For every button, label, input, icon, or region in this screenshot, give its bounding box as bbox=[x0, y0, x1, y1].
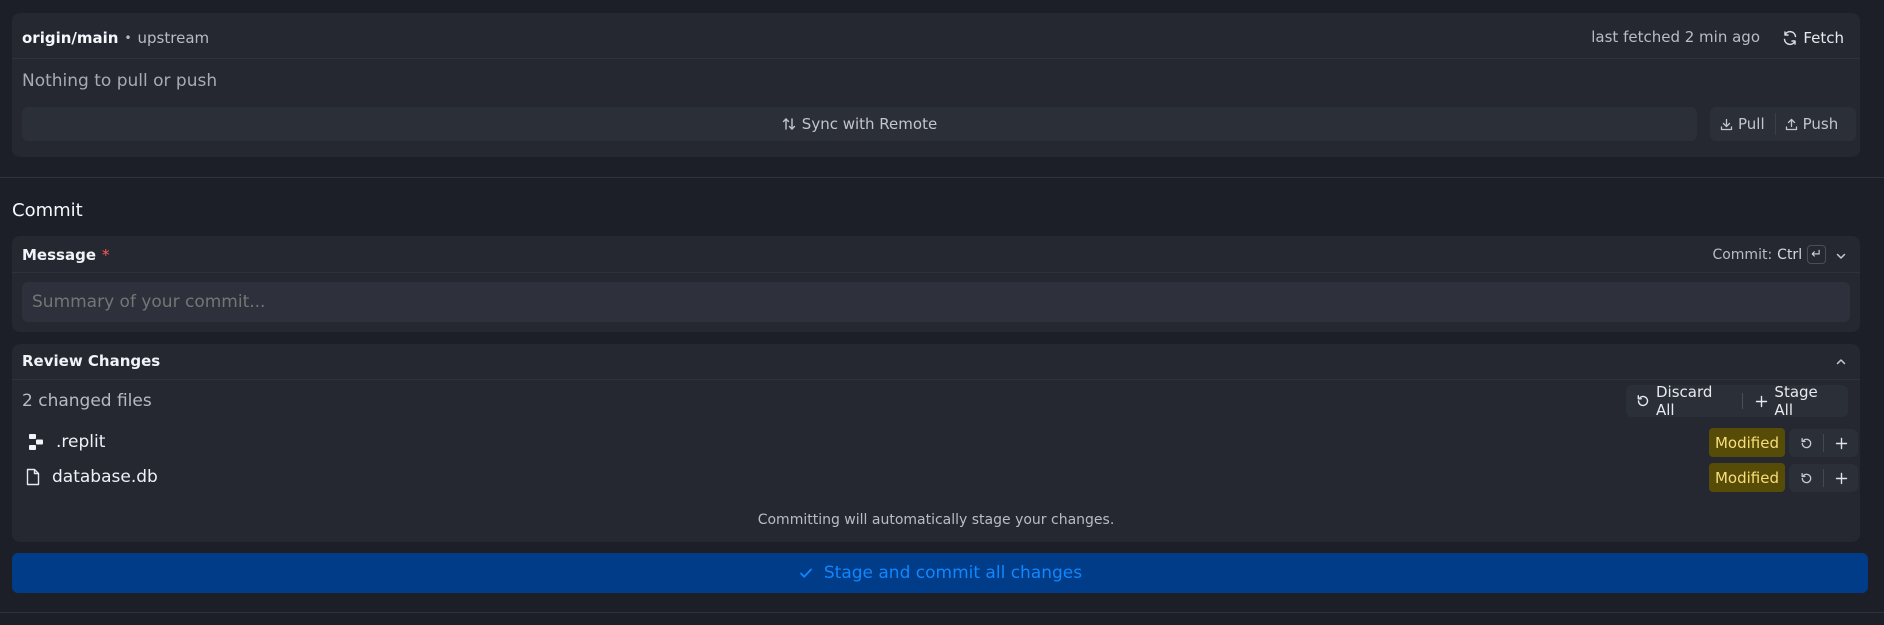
review-changes-panel: Review Changes 2 changed files Discard A… bbox=[12, 344, 1860, 542]
commit-section-title: Commit bbox=[12, 200, 83, 221]
review-changes-title: Review Changes bbox=[22, 352, 161, 370]
undo-icon bbox=[1800, 437, 1813, 450]
changed-files-count: 2 changed files bbox=[22, 391, 152, 411]
divider bbox=[12, 379, 1860, 380]
file-row[interactable]: .replit Modified bbox=[12, 426, 1860, 458]
file-icon bbox=[23, 467, 43, 487]
discard-all-button[interactable]: Discard All bbox=[1626, 383, 1742, 419]
ctrl-key: Ctrl bbox=[1777, 246, 1803, 263]
branch-tracking: upstream bbox=[137, 29, 210, 47]
branch-info: origin/main • upstream bbox=[22, 27, 209, 49]
file-status-badge: Modified bbox=[1709, 428, 1785, 457]
fetch-button[interactable]: Fetch bbox=[1782, 25, 1844, 51]
enter-key: ↵ bbox=[1807, 245, 1826, 264]
plus-icon bbox=[1835, 437, 1848, 450]
upload-icon bbox=[1785, 118, 1798, 131]
divider bbox=[12, 272, 1860, 273]
stage-file-button[interactable] bbox=[1824, 464, 1858, 492]
discard-file-button[interactable] bbox=[1789, 464, 1823, 492]
pull-label: Pull bbox=[1738, 115, 1765, 133]
divider bbox=[12, 58, 1860, 59]
file-actions-group bbox=[1789, 464, 1858, 492]
bulk-actions-group: Discard All Stage All bbox=[1626, 383, 1848, 419]
discard-file-button[interactable] bbox=[1789, 429, 1823, 457]
download-icon bbox=[1720, 118, 1733, 131]
required-mark: * bbox=[102, 246, 110, 264]
stage-file-button[interactable] bbox=[1824, 429, 1858, 457]
file-name: database.db bbox=[52, 467, 158, 487]
branch-separator: • bbox=[124, 31, 132, 45]
section-divider bbox=[0, 177, 1884, 178]
file-actions-group bbox=[1789, 429, 1858, 457]
bottom-divider bbox=[0, 612, 1884, 613]
plus-icon bbox=[1755, 395, 1768, 408]
stage-all-label: Stage All bbox=[1774, 383, 1818, 419]
remote-panel: origin/main • upstream last fetched 2 mi… bbox=[12, 13, 1860, 157]
replit-icon bbox=[26, 432, 46, 452]
file-name: .replit bbox=[56, 432, 106, 452]
chevron-down-icon[interactable] bbox=[1832, 246, 1850, 266]
shortcut-label: Commit: bbox=[1712, 246, 1773, 263]
commit-shortcut-hint: Commit: Ctrl ↵ bbox=[1712, 245, 1826, 264]
check-icon bbox=[798, 565, 814, 581]
discard-all-label: Discard All bbox=[1656, 383, 1713, 419]
fetch-label: Fetch bbox=[1803, 29, 1844, 47]
pull-push-group: Pull Push bbox=[1710, 107, 1856, 141]
commit-message-input[interactable] bbox=[22, 282, 1850, 322]
pull-button[interactable]: Pull bbox=[1710, 107, 1775, 141]
stage-and-commit-button[interactable]: Stage and commit all changes bbox=[12, 553, 1868, 593]
last-fetched-text: last fetched 2 min ago bbox=[1591, 28, 1760, 46]
stage-and-commit-label: Stage and commit all changes bbox=[823, 563, 1083, 583]
arrows-up-down-icon bbox=[782, 117, 796, 131]
refresh-icon bbox=[1782, 30, 1798, 46]
chevron-up-icon[interactable] bbox=[1832, 352, 1850, 372]
undo-icon bbox=[1636, 394, 1650, 408]
file-row[interactable]: database.db Modified bbox=[12, 461, 1860, 493]
branch-name: origin/main bbox=[22, 29, 119, 47]
file-status-badge: Modified bbox=[1709, 463, 1785, 492]
sync-status-text: Nothing to pull or push bbox=[22, 71, 218, 91]
message-panel: Message * Commit: Ctrl ↵ bbox=[12, 236, 1860, 332]
plus-icon bbox=[1835, 472, 1848, 485]
undo-icon bbox=[1800, 472, 1813, 485]
sync-label: Sync with Remote bbox=[801, 115, 938, 133]
sync-with-remote-button[interactable]: Sync with Remote bbox=[22, 107, 1697, 141]
message-label-row: Message * bbox=[22, 246, 110, 264]
push-label: Push bbox=[1802, 115, 1839, 133]
auto-stage-note: Committing will automatically stage your… bbox=[757, 512, 1115, 528]
push-button[interactable]: Push bbox=[1776, 107, 1848, 141]
message-label: Message bbox=[22, 246, 96, 264]
stage-all-button[interactable]: Stage All bbox=[1743, 383, 1848, 419]
